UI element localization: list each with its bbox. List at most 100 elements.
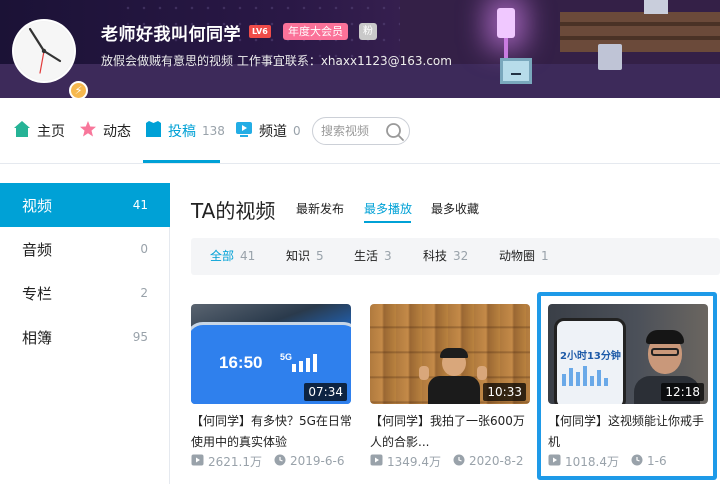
category-filter-bar: 全部 41 知识 5 生活 3 科技 32 动物圈 1 <box>191 238 720 275</box>
sidebar-item-label: 专栏 <box>22 284 53 303</box>
play-count-icon <box>191 454 204 469</box>
signal-bars-icon <box>292 354 317 372</box>
banner-bench <box>560 12 720 52</box>
person-hair <box>646 330 684 344</box>
banner-lamp-pole <box>504 38 508 60</box>
vip-badge[interactable]: 年度大会员 <box>283 23 348 40</box>
screen-time-text: 2小时13分钟 <box>560 351 621 362</box>
user-name: 老师好我叫何同学 <box>101 25 241 45</box>
thumb-clock-text: 16:50 <box>219 353 263 372</box>
banner-monitor <box>500 58 532 84</box>
video-title[interactable]: 【何同学】这视频能让你戒手机 <box>548 411 710 453</box>
clock-icon <box>453 454 465 469</box>
filter-count: 5 <box>316 249 324 263</box>
person-glasses <box>651 348 679 356</box>
upload-icon <box>145 120 162 142</box>
usage-chart-graphic <box>562 366 608 386</box>
filter-count: 41 <box>240 249 256 263</box>
person-hair <box>440 348 468 358</box>
video-thumbnail[interactable]: 2小时13分钟 12:18 <box>548 304 708 404</box>
fans-badge[interactable]: 粉 <box>359 23 377 40</box>
view-count: 2621.1万 <box>208 454 262 469</box>
clock-icon <box>274 454 286 469</box>
video-thumbnail[interactable]: 10:33 <box>370 304 530 404</box>
video-title[interactable]: 【何同学】我拍了一张600万人的合影... <box>370 411 532 453</box>
sort-most-favorited[interactable]: 最多收藏 <box>431 200 479 217</box>
sidebar-item-video[interactable]: 视频 41 <box>0 183 170 227</box>
banner-lamp <box>497 8 515 38</box>
banner-cat <box>598 44 622 70</box>
section-title: TA的视频 <box>191 199 276 223</box>
sidebar-item-count: 95 <box>132 330 148 344</box>
filter-label: 科技 <box>423 249 448 263</box>
sidebar-item-audio[interactable]: 音频 0 <box>0 227 170 271</box>
tab-dynamic[interactable]: 动态 <box>79 98 131 164</box>
thumb-network-text: 5G <box>280 352 293 362</box>
tab-upload-count: 138 <box>202 124 225 138</box>
tab-channel[interactable]: 频道 0 <box>235 98 301 164</box>
view-count: 1018.4万 <box>565 454 619 469</box>
user-sign: 放假会做贼有意思的视频 工作事宜联系：xhaxx1123@163.com <box>101 54 452 68</box>
tab-upload[interactable]: 投稿 138 <box>145 98 225 164</box>
sidebar: 视频 41 音频 0 专栏 2 相簿 95 <box>0 183 170 484</box>
avatar[interactable]: ⚡ <box>12 19 88 98</box>
sidebar-item-label: 相簿 <box>22 328 53 347</box>
tab-dynamic-label: 动态 <box>103 124 131 140</box>
filter-tech[interactable]: 科技 32 <box>423 238 468 275</box>
tab-home[interactable]: 主页 <box>13 98 65 164</box>
person-body <box>428 376 480 404</box>
sidebar-item-album[interactable]: 相簿 95 <box>0 315 170 359</box>
tab-upload-label: 投稿 <box>168 124 196 140</box>
filter-label: 知识 <box>286 249 311 263</box>
video-duration: 07:34 <box>304 383 347 401</box>
filter-all[interactable]: 全部 41 <box>210 238 255 275</box>
thumbs-up-left <box>419 366 429 380</box>
filter-count: 3 <box>384 249 392 263</box>
filter-label: 动物圈 <box>499 249 536 263</box>
filter-label: 全部 <box>210 249 235 263</box>
sidebar-item-label: 视频 <box>22 196 53 215</box>
dynamic-icon <box>79 120 97 142</box>
video-meta: 2621.1万 2019-6-6 <box>191 453 371 469</box>
video-duration: 10:33 <box>483 383 526 401</box>
sidebar-item-count: 2 <box>140 286 148 300</box>
tab-active-indicator <box>143 160 220 163</box>
view-count: 1349.4万 <box>387 454 441 469</box>
search-icon[interactable] <box>385 122 405 146</box>
clock-icon <box>631 454 643 469</box>
sidebar-item-count: 41 <box>132 198 148 212</box>
video-meta: 1349.4万 2020-8-2 <box>370 453 550 469</box>
filter-count: 1 <box>541 249 549 263</box>
publish-date: 2020-8-2 <box>469 454 524 468</box>
clock-avatar-image <box>15 22 73 80</box>
filter-life[interactable]: 生活 3 <box>354 238 392 275</box>
video-duration: 12:18 <box>661 383 704 401</box>
play-count-icon <box>370 454 383 469</box>
tab-home-label: 主页 <box>37 124 65 140</box>
channel-icon <box>235 121 253 141</box>
video-search-box <box>312 117 410 145</box>
video-thumbnail[interactable]: 16:50 5G 07:34 <box>191 304 351 404</box>
tab-channel-count: 0 <box>293 124 301 138</box>
level-badge: LV6 <box>249 25 271 38</box>
publish-date: 1-6 <box>647 454 667 468</box>
filter-label: 生活 <box>354 249 379 263</box>
video-meta: 1018.4万 1-6 <box>548 453 720 469</box>
lightning-icon: ⚡ <box>69 81 88 98</box>
sidebar-item-count: 0 <box>140 242 148 256</box>
sort-active-indicator <box>364 221 411 223</box>
thumbs-up-right <box>477 366 487 380</box>
sort-most-played[interactable]: 最多播放 <box>364 200 412 217</box>
sort-latest[interactable]: 最新发布 <box>296 200 344 217</box>
banner-cat-top <box>644 0 668 14</box>
tab-channel-label: 频道 <box>259 124 287 140</box>
filter-count: 32 <box>453 249 469 263</box>
publish-date: 2019-6-6 <box>290 454 345 468</box>
filter-knowledge[interactable]: 知识 5 <box>286 238 324 275</box>
sidebar-item-label: 音频 <box>22 240 53 259</box>
sidebar-item-article[interactable]: 专栏 2 <box>0 271 170 315</box>
play-count-icon <box>548 454 561 469</box>
filter-animals[interactable]: 动物圈 1 <box>499 238 549 275</box>
search-input[interactable] <box>321 121 383 141</box>
video-title[interactable]: 【何同学】有多快？5G在日常使用中的真实体验 <box>191 411 353 453</box>
